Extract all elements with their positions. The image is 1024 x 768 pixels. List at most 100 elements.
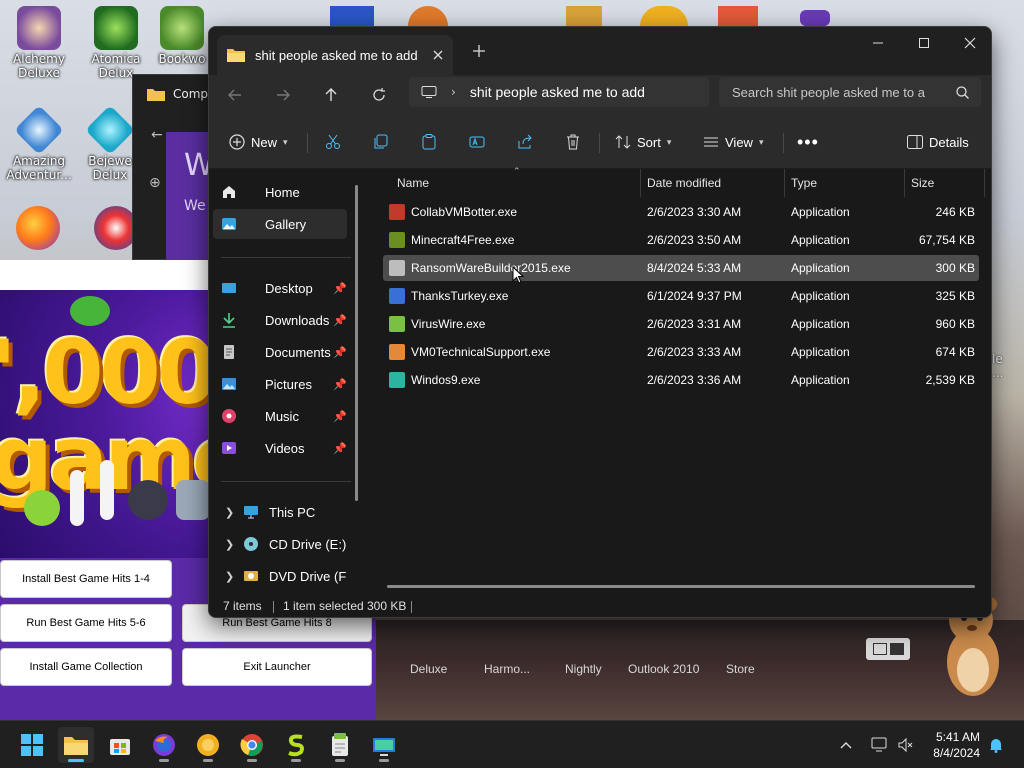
nav-item-desktop[interactable]: Desktop 📌 [213,273,347,303]
taskbar-firefox[interactable] [146,727,182,763]
view-button[interactable]: View ▾ [703,127,763,157]
address-bar[interactable]: › shit people asked me to add [409,77,709,107]
pin-icon[interactable]: 📌 [333,346,347,359]
install-game-collection-button[interactable]: Install Game Collection [0,648,172,686]
file-row[interactable]: Windos9.exe 2/6/2023 3:36 AM Application 2,… [383,367,979,393]
chevron-right-icon[interactable]: ❯ [225,570,234,583]
desktop-icon-label: Bookwo [158,52,206,66]
nav-item-cd-drive[interactable]: ❯ CD Drive (E:) 70( [213,529,347,559]
search-input[interactable]: Search shit people asked me to a [732,85,956,100]
up-button[interactable] [315,81,347,109]
pin-icon[interactable]: 📌 [333,378,347,391]
pin-icon[interactable]: 📌 [333,314,347,327]
nav-item-gallery[interactable]: Gallery [213,209,347,239]
maximize-button[interactable] [901,27,947,59]
sort-button[interactable]: Sort ▾ [615,127,671,157]
file-row[interactable]: VM0TechnicalSupport.exe 2/6/2023 3:33 AM A… [383,339,979,365]
desktop-icon-alchemy[interactable]: Alchemy Deluxe [0,6,78,80]
file-row[interactable]: CollabVMBotter.exe 2/6/2023 3:30 AM Applic… [383,199,979,225]
taskbar-file-explorer[interactable] [58,727,94,763]
close-tab-icon[interactable] [427,44,449,66]
taskbar-app-s[interactable] [278,727,314,763]
pin-icon[interactable]: 📌 [333,282,347,295]
chevron-right-icon[interactable]: ❯ [225,538,234,551]
close-window-button[interactable] [947,27,991,59]
view-toggle-buttons[interactable] [866,638,910,660]
taskbar-app-notes[interactable] [322,727,358,763]
breadcrumb-chevron-icon: › [451,85,456,99]
app-label: Outlook 2010 [628,662,700,676]
nav-item-music[interactable]: Music 📌 [213,401,347,431]
file-row[interactable]: ThanksTurkey.exe 6/1/2024 9:37 PM Applicat… [383,283,979,309]
cut-button[interactable] [325,127,341,157]
column-header-date[interactable]: Date modified [641,169,785,197]
taskbar-app-yellow[interactable] [190,727,226,763]
file-row[interactable]: Minecraft4Free.exe 2/6/2023 3:50 AM Applic… [383,227,979,253]
chevron-up-icon [840,742,852,749]
column-header-size[interactable]: Size [905,169,985,197]
nav-item-videos[interactable]: Videos 📌 [213,433,347,463]
desktop-icon-atomica[interactable]: Atomica Delux [80,6,152,80]
copy-icon [374,134,388,149]
desktop-icon-amazing-adventures[interactable]: Amazing Adventur... [0,105,78,182]
horizontal-scrollbar[interactable] [387,585,975,588]
search-box[interactable]: Search shit people asked me to a [719,77,981,107]
nav-item-pictures[interactable]: Pictures 📌 [213,369,347,399]
tab-active[interactable]: shit people asked me to add [217,35,453,75]
show-hidden-icons-button[interactable] [834,727,858,763]
nav-scrollbar[interactable] [355,185,358,501]
start-button[interactable] [14,727,50,763]
column-header-name[interactable]: Name [383,169,641,197]
file-row[interactable]: VirusWire.exe 2/6/2023 3:31 AM Application… [383,311,979,337]
column-header-type[interactable]: Type [785,169,905,197]
taskbar-app-monitor[interactable] [366,727,402,763]
back-button[interactable] [219,81,251,109]
tab-title: shit people asked me to add [255,47,418,63]
desktop-icon-bookworm[interactable]: Bookwo [152,6,212,66]
pin-icon[interactable]: 📌 [333,442,347,455]
file-type-cell: Application [791,261,850,275]
details-pane-button[interactable]: Details [907,127,969,157]
chevron-right-icon[interactable]: ❯ [225,506,234,519]
sort-icon [615,135,631,149]
notifications-button[interactable] [984,727,1008,763]
computer-icon [421,86,437,98]
new-tab-button[interactable] [467,39,491,63]
nav-item-documents[interactable]: Documents 📌 [213,337,347,367]
nav-item-dvd-drive[interactable]: ❯ DVD Drive (F:) O [213,561,347,591]
taskbar-store[interactable] [102,727,138,763]
delete-button[interactable] [565,127,581,157]
pin-icon[interactable]: 📌 [333,410,347,423]
minimize-button[interactable] [855,27,901,59]
file-row[interactable]: RansomWareBuilder2015.exe 8/4/2024 5:33 A… [383,255,979,281]
share-button[interactable] [517,127,533,157]
coin-app-icon [197,734,219,756]
new-button[interactable]: New ▾ [229,127,288,157]
taskbar-chrome[interactable] [234,727,270,763]
rename-button[interactable] [469,127,485,157]
chevron-down-icon: ▾ [666,136,672,147]
install-hits-1-4-button[interactable]: Install Best Game Hits 1-4 [0,560,172,598]
taskbar-clock[interactable]: 5:41 AM 8/4/2024 [920,729,980,761]
system-tray-network-volume[interactable] [866,727,918,763]
nav-item-downloads[interactable]: Downloads 📌 [213,305,347,335]
refresh-button[interactable] [363,81,395,109]
paste-button[interactable] [421,127,437,157]
copy-button[interactable] [373,127,389,157]
forward-button[interactable] [267,81,299,109]
exit-launcher-button[interactable]: Exit Launcher [182,648,372,686]
tiles-view-icon [889,643,904,655]
running-indicator [68,759,84,762]
status-bar: 7 items 1 item selected 300 KB [209,593,991,617]
desktop-icon-bejeweled[interactable]: Bejewe Delux [80,105,140,182]
see-more-button[interactable]: ••• [797,127,819,157]
file-date-cell: 2/6/2023 3:36 AM [647,373,742,387]
desktop-icon-firefox[interactable] [10,206,66,252]
app-label: Deluxe [410,662,448,676]
run-hits-5-6-button[interactable]: Run Best Game Hits 5-6 [0,604,172,642]
file-type-cell: Application [791,233,850,247]
nav-item-home[interactable]: Home [213,177,347,207]
nav-item-this-pc[interactable]: ❯ This PC [213,497,347,527]
breadcrumb-folder[interactable]: shit people asked me to add [470,84,645,100]
desktop-edge-text: ... [992,366,1004,380]
